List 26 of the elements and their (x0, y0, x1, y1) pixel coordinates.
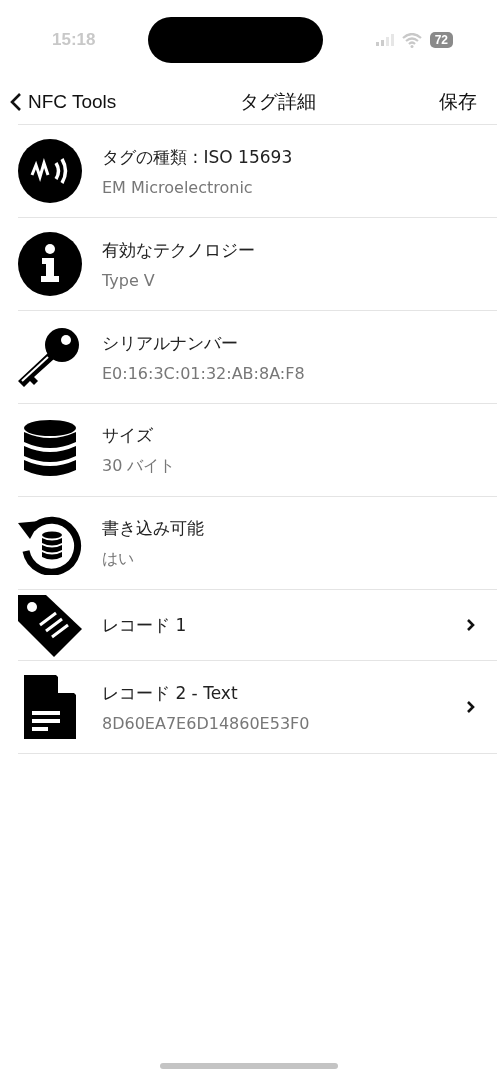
row-value: はい (102, 548, 135, 570)
battery-level: 72 (429, 32, 453, 48)
row-title: レコード 1 (102, 613, 188, 637)
row-value: Type V (102, 270, 156, 290)
row-title: シリアルナンバー (102, 331, 239, 355)
row-title: サイズ (102, 423, 154, 447)
signal-icon (375, 34, 394, 46)
tag-icon (18, 593, 82, 657)
info-icon (18, 232, 82, 296)
row-value: EM Microelectronic (102, 177, 254, 197)
back-button[interactable]: NFC Tools (10, 91, 117, 113)
screen-title: タグ詳細 (239, 89, 316, 114)
row-value: E0:16:3C:01:32:AB:8A:F8 (102, 363, 306, 383)
row-title: タグの種類 : ISO 15693 (102, 145, 294, 169)
key-icon (18, 325, 82, 389)
row-value: 30 バイト (102, 455, 177, 477)
wifi-icon (401, 32, 422, 48)
nfc-signal-icon (18, 139, 82, 203)
row-title: 書き込み可能 (102, 516, 205, 540)
chevron-right-icon[interactable] (466, 700, 475, 714)
save-button[interactable]: 保存 (439, 89, 477, 115)
row-title: レコード 2 - Text (102, 681, 239, 705)
chevron-left-icon (10, 92, 22, 112)
chevron-right-icon[interactable] (466, 618, 475, 632)
row-title: 有効なテクノロジー (102, 238, 256, 262)
row-value: 8D60EA7E6D14860E53F0 (102, 713, 311, 733)
